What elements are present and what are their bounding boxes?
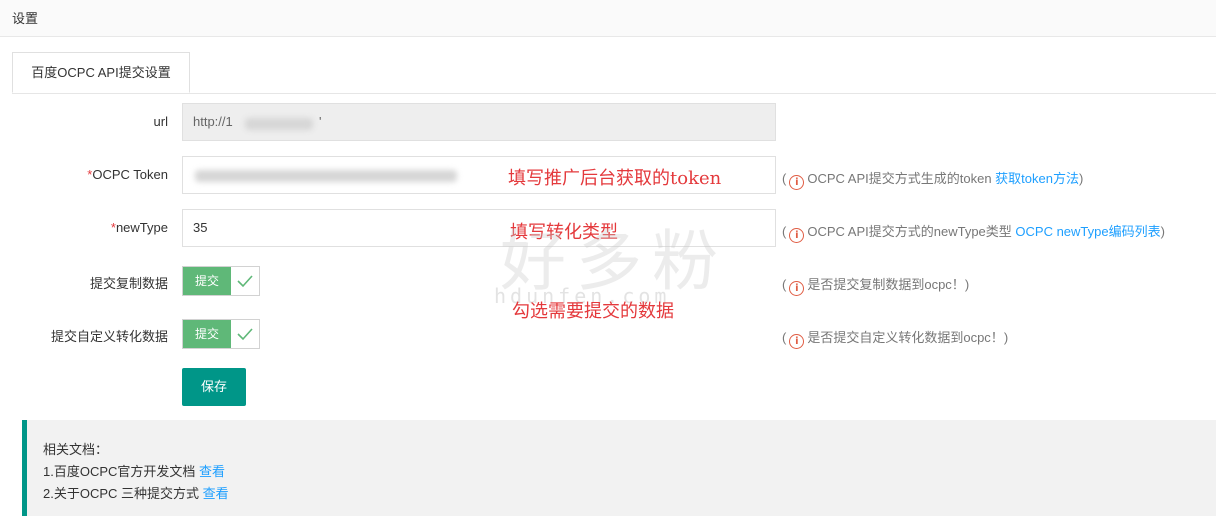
- info-icon: i: [789, 334, 805, 349]
- url-field: http://1 ': [182, 103, 776, 141]
- docs-title: 相关文档：: [43, 442, 109, 457]
- save-button[interactable]: 保存: [182, 368, 246, 406]
- custom-conversion-hint: (i 是否提交自定义转化数据到ocpc！): [782, 330, 1009, 349]
- checkbox-text: 提交: [183, 267, 231, 295]
- info-icon: i: [789, 281, 805, 296]
- token-redaction: [195, 170, 457, 182]
- docs-item: 2.关于OCPC 三种提交方式 查看: [43, 486, 229, 501]
- tab-bar: 百度OCPC API提交设置: [12, 52, 1216, 94]
- tab-baidu-ocpc-api[interactable]: 百度OCPC API提交设置: [12, 52, 190, 93]
- custom-conversion-label: 提交自定义转化数据: [50, 329, 168, 344]
- copy-data-label: 提交复制数据: [89, 276, 168, 291]
- annotation-token: 填写推广后台获取的token: [508, 168, 722, 189]
- url-redaction: [245, 118, 313, 130]
- info-icon: i: [789, 228, 805, 243]
- page-title: 设置: [12, 11, 39, 26]
- copy-data-checkbox[interactable]: 提交: [182, 266, 260, 296]
- token-label: *OCPC Token: [87, 167, 168, 182]
- checkbox-text: 提交: [183, 320, 231, 348]
- related-docs-panel: 相关文档： 1.百度OCPC官方开发文档 查看 2.关于OCPC 三种提交方式 …: [22, 420, 1216, 516]
- newtype-code-list-link[interactable]: OCPC newType编码列表: [1015, 224, 1160, 239]
- check-icon: [237, 275, 253, 288]
- get-token-method-link[interactable]: 获取token方法: [995, 171, 1079, 186]
- custom-conversion-checkbox[interactable]: 提交: [182, 319, 260, 349]
- token-hint: (i OCPC API提交方式生成的token 获取token方法): [782, 171, 1084, 190]
- copy-data-hint: (i 是否提交复制数据到ocpc！): [782, 277, 970, 296]
- annotation-toggles: 勾选需要提交的数据: [512, 301, 674, 322]
- newtype-label: *newType: [110, 220, 168, 235]
- url-value-tail: ': [319, 114, 322, 129]
- url-label: url: [153, 114, 168, 129]
- info-icon: i: [789, 175, 805, 190]
- page-header: 设置: [0, 0, 1216, 37]
- newtype-hint: (i OCPC API提交方式的newType类型 OCPC newType编码列…: [782, 224, 1165, 243]
- view-link[interactable]: 查看: [199, 464, 225, 479]
- docs-item: 1.百度OCPC官方开发文档 查看: [43, 464, 226, 479]
- check-icon: [237, 328, 253, 341]
- view-link[interactable]: 查看: [203, 486, 229, 501]
- url-value: http://1: [193, 114, 233, 129]
